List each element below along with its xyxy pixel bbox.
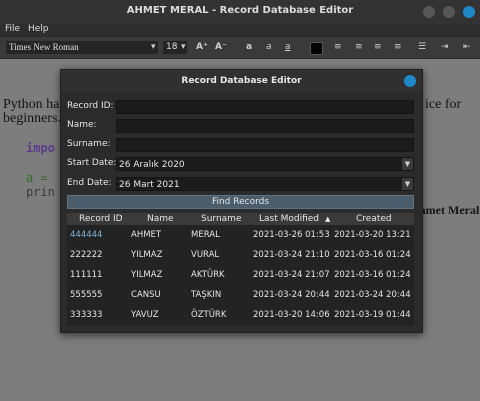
grow-font-icon[interactable]: A⁺: [196, 41, 208, 54]
cell-created: 2021-03-24 20:44: [334, 290, 411, 300]
cell-name: YAVUZ: [131, 310, 159, 320]
font-dropdown-icon[interactable]: ▾: [151, 41, 156, 54]
cell-created: 2021-03-19 01:44: [334, 310, 411, 320]
cell-name: YILMAZ: [131, 270, 163, 280]
column-header-last-modified[interactable]: Last Modified: [259, 213, 319, 225]
justify-icon[interactable]: ≡: [394, 41, 402, 54]
underline-icon[interactable]: a: [285, 41, 291, 54]
cell-name: YILMAZ: [131, 250, 163, 260]
cell-record-id: 111111: [70, 270, 103, 280]
cell-record-id: 333333: [70, 310, 103, 320]
window-titlebar: AHMET MERAL - Record Database Editor: [0, 0, 480, 24]
text-color-icon[interactable]: [310, 42, 323, 55]
doc-right-text: hmet Meral: [419, 203, 480, 217]
cell-last-modified: 2021-03-24 21:07: [253, 270, 330, 280]
column-header-name[interactable]: Name: [147, 213, 174, 225]
end-date-value: 26 Mart 2021: [119, 180, 180, 190]
record-id-label: Record ID:: [67, 101, 114, 111]
record-id-input[interactable]: [116, 100, 414, 114]
list-icon[interactable]: ☰: [418, 41, 426, 54]
doc-line-1-right: ice for: [425, 97, 462, 112]
code-line-3: prin: [26, 185, 55, 199]
column-header-surname[interactable]: Surname: [201, 213, 241, 225]
start-date-label: Start Date:: [67, 158, 117, 168]
find-records-button[interactable]: Find Records: [67, 195, 414, 209]
align-center-icon[interactable]: ≡: [355, 41, 363, 54]
table-header: Record ID Name Surname Last Modified ▲ C…: [67, 213, 414, 225]
cell-created: 2021-03-16 01:24: [334, 250, 411, 260]
shrink-font-icon[interactable]: A⁻: [215, 41, 227, 54]
cell-surname: MERAL: [191, 230, 220, 240]
menu-bar: File Help: [0, 24, 480, 37]
sort-ascending-icon: ▲: [325, 215, 331, 223]
code-line-1: impo: [26, 141, 55, 155]
table-row[interactable]: 222222 YILMAZ VURAL 2021-03-24 21:10 202…: [67, 245, 414, 265]
dialog-title: Record Database Editor: [61, 70, 422, 92]
cell-last-modified: 2021-03-24 21:10: [253, 250, 330, 260]
table-row[interactable]: 111111 YILMAZ AKTÜRK 2021-03-24 21:07 20…: [67, 265, 414, 285]
size-dropdown-icon[interactable]: ▾: [181, 41, 186, 54]
cell-created: 2021-03-20 13:21: [334, 230, 411, 240]
name-label: Name:: [67, 120, 97, 130]
font-family-select[interactable]: Times New Roman: [6, 41, 158, 54]
surname-label: Surname:: [67, 139, 111, 149]
column-header-created[interactable]: Created: [356, 213, 392, 225]
menu-file[interactable]: File: [5, 24, 20, 34]
maximize-button[interactable]: [443, 6, 455, 18]
cell-name: CANSU: [131, 290, 161, 300]
table-row[interactable]: 444444 AHMET MERAL 2021-03-26 01:53 2021…: [67, 225, 414, 245]
cell-created: 2021-03-16 01:24: [334, 270, 411, 280]
align-right-icon[interactable]: ≡: [374, 41, 382, 54]
doc-line-2: beginners.: [3, 111, 61, 126]
cell-surname: VURAL: [191, 250, 220, 260]
menu-help[interactable]: Help: [28, 24, 49, 34]
code-line-2: a =: [26, 171, 48, 185]
outdent-icon[interactable]: ⇤: [463, 41, 471, 54]
cell-last-modified: 2021-03-24 20:44: [253, 290, 330, 300]
minimize-button[interactable]: [423, 6, 435, 18]
window-title: AHMET MERAL - Record Database Editor: [126, 5, 354, 16]
cell-surname: TAŞKIN: [191, 290, 222, 300]
table-row[interactable]: 333333 YAVUZ ÖZTÜRK 2021-03-20 14:06 202…: [67, 305, 414, 325]
cell-record-id: 222222: [70, 250, 103, 260]
end-date-select[interactable]: 26 Mart 2021 ▼: [116, 177, 414, 191]
italic-icon[interactable]: a: [266, 41, 272, 54]
chevron-down-icon[interactable]: ▼: [402, 158, 413, 170]
column-header-record-id[interactable]: Record ID: [79, 213, 123, 225]
records-table: Record ID Name Surname Last Modified ▲ C…: [67, 213, 414, 326]
dialog-close-button[interactable]: [404, 75, 416, 87]
cell-last-modified: 2021-03-20 14:06: [253, 310, 330, 320]
chevron-down-icon[interactable]: ▼: [402, 178, 413, 190]
cell-last-modified: 2021-03-26 01:53: [253, 230, 330, 240]
format-toolbar: Times New Roman ▾ 18 ▾ A⁺ A⁻ a a a ≡ ≡ ≡…: [0, 37, 480, 59]
start-date-value: 26 Aralık 2020: [119, 160, 185, 170]
cell-name: AHMET: [131, 230, 162, 240]
end-date-label: End Date:: [67, 178, 112, 188]
cell-record-id: 444444: [70, 230, 103, 240]
align-left-icon[interactable]: ≡: [334, 41, 342, 54]
surname-input[interactable]: [116, 138, 414, 152]
record-editor-dialog: Record Database Editor Record ID: Name: …: [60, 69, 423, 333]
cell-record-id: 555555: [70, 290, 103, 300]
start-date-select[interactable]: 26 Aralık 2020 ▼: [116, 157, 414, 171]
cell-surname: ÖZTÜRK: [191, 310, 227, 320]
close-window-button[interactable]: [463, 6, 475, 18]
indent-icon[interactable]: ⇥: [441, 41, 449, 54]
table-row[interactable]: 555555 CANSU TAŞKIN 2021-03-24 20:44 202…: [67, 285, 414, 305]
bold-icon[interactable]: a: [246, 41, 252, 54]
cell-surname: AKTÜRK: [191, 270, 225, 280]
name-input[interactable]: [116, 119, 414, 133]
